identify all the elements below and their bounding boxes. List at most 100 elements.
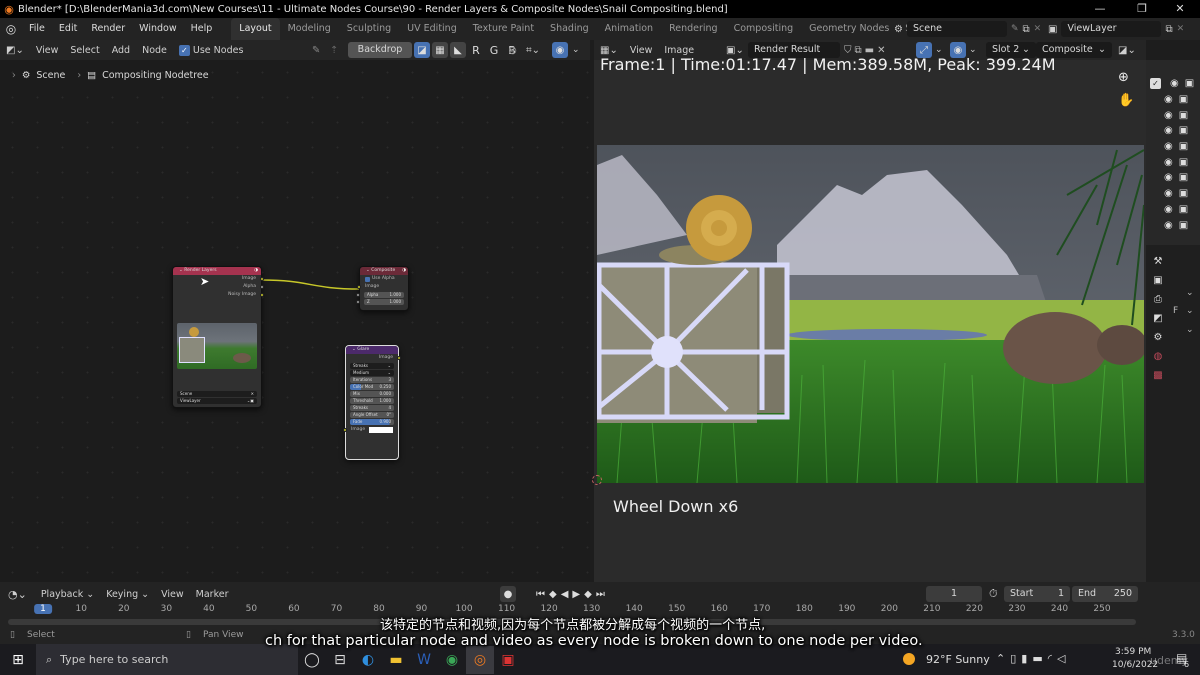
glare-field[interactable]: Iterations 3 xyxy=(350,377,394,383)
quality-dropdown[interactable]: Medium ⌄ xyxy=(350,370,394,376)
socket[interactable] xyxy=(356,300,360,304)
blender-taskbar-icon[interactable]: ◎ xyxy=(466,645,494,674)
timeline-menu-playback[interactable]: Playback ⌄ xyxy=(35,589,100,600)
camera-icon[interactable]: ▣ xyxy=(1179,125,1188,136)
camera-icon[interactable]: ▣ xyxy=(1179,157,1188,168)
outliner-row[interactable]: ◉ ▣ xyxy=(1146,217,1200,233)
eye-icon[interactable]: ◉ xyxy=(1164,141,1173,152)
glare-field[interactable]: Angle Offset 0° xyxy=(350,412,394,418)
taskbar-search[interactable]: ⌕ Type here to search xyxy=(36,644,298,675)
glare-node[interactable]: ⌄ Glare Image Streaks ⌄ Medium ⌄ Iteration… xyxy=(343,345,401,460)
eye-icon[interactable]: ◉ xyxy=(1164,172,1173,183)
node-preview-icon[interactable]: ◑ xyxy=(254,267,258,275)
jump-end-icon[interactable]: ⏭ xyxy=(596,589,605,600)
scene-field[interactable]: Scene ✕ xyxy=(177,391,257,397)
timeline-menu-view[interactable]: View xyxy=(155,589,190,600)
viewlayer-selector[interactable]: ViewLayer xyxy=(1061,21,1162,37)
edge-icon[interactable]: ◐ xyxy=(354,646,382,674)
new-image-icon[interactable]: ⧉ xyxy=(855,45,862,56)
image-menu-image[interactable]: Image xyxy=(658,45,700,56)
eye-icon[interactable]: ◉ xyxy=(1164,94,1173,105)
world-icon[interactable]: ◍ xyxy=(1148,351,1168,362)
socket[interactable] xyxy=(260,293,264,297)
camera-icon[interactable]: ▣ xyxy=(1179,188,1188,199)
play-icon[interactable]: ▶ xyxy=(572,589,580,600)
tab-compositing[interactable]: Compositing xyxy=(726,18,802,40)
socket[interactable] xyxy=(357,285,361,289)
display-channels-icon[interactable]: ◪⌄ xyxy=(1118,45,1136,56)
chevron-down-icon[interactable]: ⌄ xyxy=(1186,325,1194,335)
next-keyframe-icon[interactable]: ◆ xyxy=(584,589,592,600)
eye-icon[interactable]: ◉ xyxy=(1164,157,1173,168)
chrome-icon[interactable]: ◉ xyxy=(438,646,466,674)
node-preview-icon[interactable]: ◑ xyxy=(402,267,406,275)
camera-icon[interactable]: ▣ xyxy=(1179,110,1188,121)
tab-rendering[interactable]: Rendering xyxy=(661,18,726,40)
prev-keyframe-icon[interactable]: ◆ xyxy=(549,589,557,600)
eye-icon[interactable]: ◉ xyxy=(1170,78,1179,89)
widgets-icon[interactable]: ⊟ xyxy=(326,646,354,674)
tab-geometry-nodes[interactable]: Geometry Nodes xyxy=(801,18,897,40)
open-image-icon[interactable]: ▬ xyxy=(865,45,874,56)
scene-icon[interactable]: ⚙ xyxy=(894,24,903,35)
eye-icon[interactable]: ◉ xyxy=(1164,125,1173,136)
app-icon[interactable]: ▣ xyxy=(494,646,522,674)
word-icon[interactable]: W xyxy=(410,646,438,674)
editor-type-icon[interactable]: ▦⌄ xyxy=(594,45,624,56)
output-icon[interactable]: ⎙ xyxy=(1148,294,1168,305)
checkbox-icon[interactable]: ✓ xyxy=(1150,78,1161,90)
timeline-menu-keying[interactable]: Keying ⌄ xyxy=(100,589,155,600)
file-explorer-icon[interactable]: ▬ xyxy=(382,646,410,674)
image-menu-view[interactable]: View xyxy=(624,45,659,56)
glare-field[interactable]: Fade 0.900 xyxy=(350,419,394,425)
glare-field[interactable]: Color Mod 0.250 xyxy=(350,384,394,390)
pin-icon[interactable]: ✎ xyxy=(1011,24,1019,34)
glare-type-dropdown[interactable]: Streaks ⌄ xyxy=(350,363,394,369)
editor-type-icon[interactable]: ◔⌄ xyxy=(0,588,35,601)
z-field[interactable]: Z 1.000 xyxy=(356,299,404,305)
outliner-row[interactable]: ✓ ◉ ▣ xyxy=(1146,76,1200,92)
tool-icon[interactable]: ⚒ xyxy=(1148,256,1168,267)
camera-icon[interactable]: ▣ xyxy=(1185,78,1194,89)
pan-hand-icon[interactable]: ✋ xyxy=(1118,93,1134,108)
windows-start-icon[interactable]: ⊞ xyxy=(0,646,36,674)
render-layers-node[interactable]: ⌄ Render Layers ◑ Image Alpha Noisy Imag… xyxy=(172,266,264,408)
viewlayer-icon[interactable]: ▣ xyxy=(1048,24,1057,35)
camera-icon[interactable]: ▣ xyxy=(1179,220,1188,231)
jump-start-icon[interactable]: ⏮ xyxy=(536,589,545,600)
composite-node[interactable]: ⌄ Composite ◑ Use Alpha Image Alpha 1.000… xyxy=(356,266,409,311)
socket[interactable] xyxy=(260,285,264,289)
view-layer-icon[interactable]: ◩ xyxy=(1148,313,1168,324)
outliner-row[interactable]: ◉ ▣ xyxy=(1146,170,1200,186)
node-header[interactable]: ⌄ Composite ◑ xyxy=(360,267,408,275)
socket[interactable] xyxy=(356,293,360,297)
alpha-field[interactable]: Alpha 1.000 xyxy=(356,292,404,298)
color-swatch[interactable] xyxy=(369,427,393,433)
node-header[interactable]: ⌄ Glare xyxy=(346,346,398,354)
current-frame-indicator[interactable]: 1 xyxy=(34,604,52,614)
unlink-image-icon[interactable]: ✕ xyxy=(877,45,885,56)
camera-icon[interactable]: ▣ xyxy=(1179,204,1188,215)
camera-icon[interactable]: ▣ xyxy=(1179,94,1188,105)
new-viewlayer-icon[interactable]: ⧉ xyxy=(1165,24,1172,35)
tab-animation[interactable]: Animation xyxy=(597,18,661,40)
camera-icon[interactable]: ▣ xyxy=(1179,141,1188,152)
camera-icon[interactable]: ▣ xyxy=(1179,172,1188,183)
outliner-row[interactable]: ◉ ▣ xyxy=(1146,123,1200,139)
play-reverse-icon[interactable]: ◀ xyxy=(561,589,569,600)
current-frame-field[interactable]: 1 xyxy=(926,586,982,602)
zoom-icon[interactable]: ⊕ xyxy=(1118,70,1129,85)
tool-dropdown-icon[interactable]: ⌄ xyxy=(935,45,943,55)
maximize-button[interactable]: ❐ xyxy=(1122,0,1162,18)
scene-icon[interactable]: ⚙ xyxy=(1148,332,1168,343)
close-button[interactable]: ✕ xyxy=(1160,0,1200,18)
render-icon[interactable]: ▣ xyxy=(1148,275,1168,286)
glare-field[interactable]: Streaks 4 xyxy=(350,405,394,411)
delete-scene-icon[interactable]: ✕ xyxy=(1034,24,1042,34)
texture-icon[interactable]: ▩ xyxy=(1148,370,1168,381)
outliner-row[interactable]: ◉ ▣ xyxy=(1146,92,1200,108)
socket[interactable] xyxy=(397,356,401,360)
system-tray-icons[interactable]: ⌃▯▮▬◜◁ xyxy=(996,652,1070,665)
stopwatch-icon[interactable]: ⏱ xyxy=(989,587,998,601)
timeline-menu-marker[interactable]: Marker xyxy=(190,589,235,600)
